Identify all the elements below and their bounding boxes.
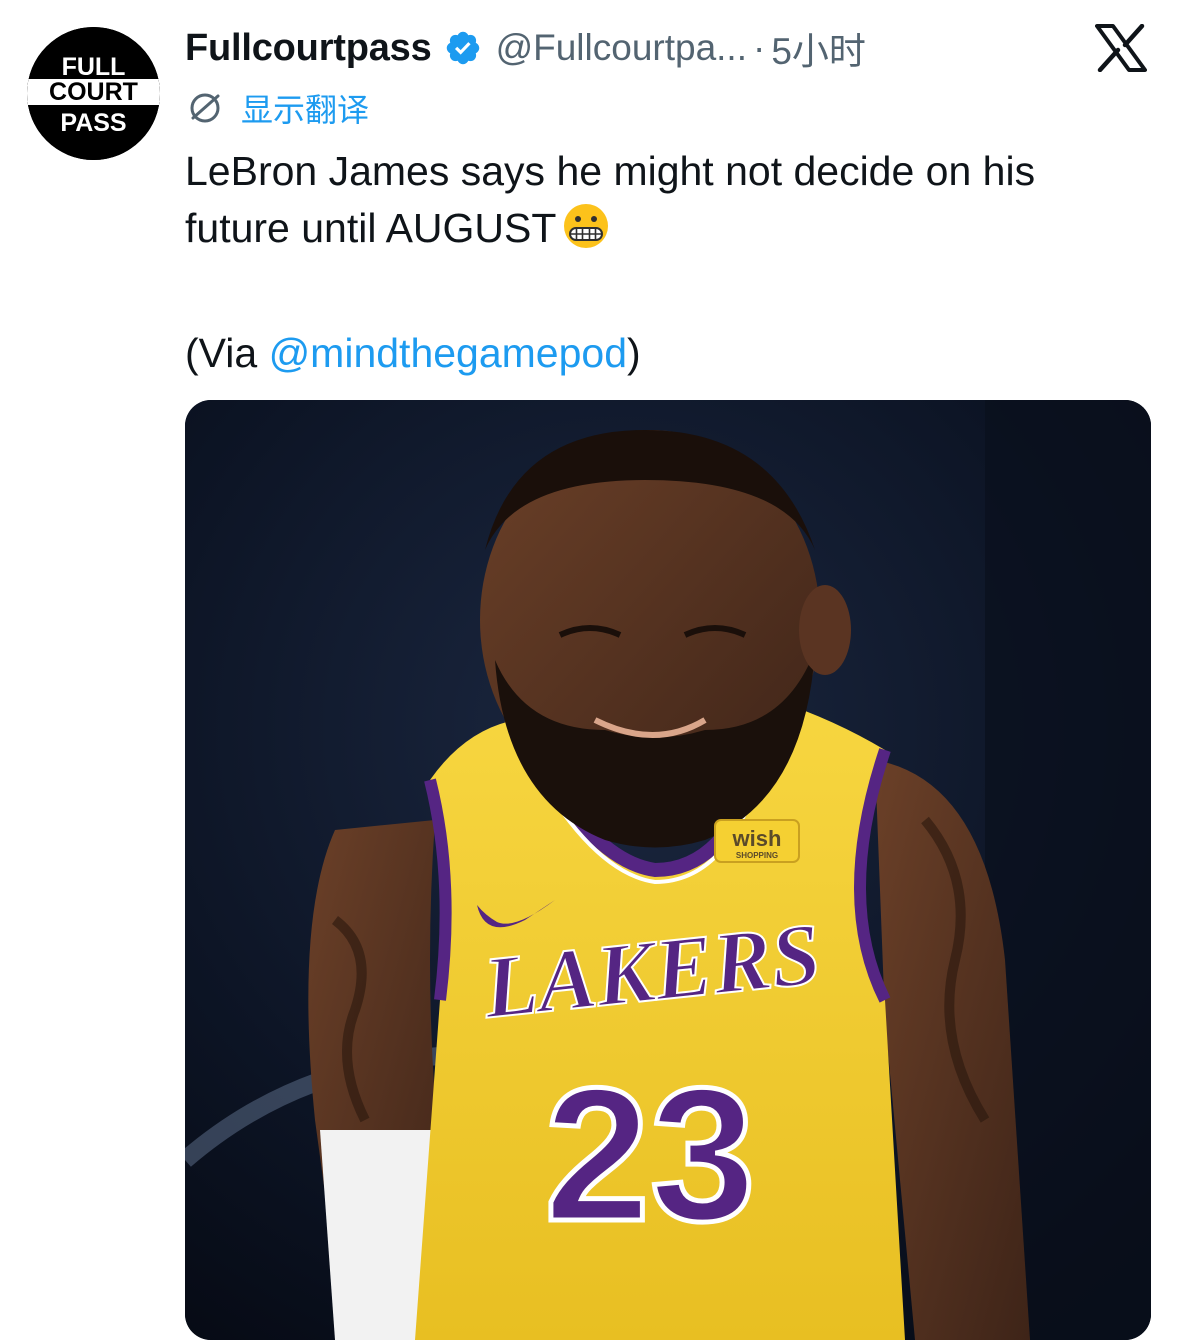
via-suffix: ) <box>627 330 641 376</box>
verified-badge-icon <box>446 31 479 65</box>
translate-globe-icon <box>190 93 220 123</box>
show-translation-button[interactable]: 显示翻译 <box>185 86 369 130</box>
x-logo-icon[interactable] <box>1095 24 1147 72</box>
avatar-text-pass: PASS <box>60 109 126 137</box>
tweet-header: Fullcourtpass @Fullcourtpa... · 5小时 <box>185 22 1105 74</box>
tweet-media-image[interactable]: wish SHOPPING LAKERS 23 <box>185 400 1151 1340</box>
tweet-text-line-1: LeBron James says he might not decide on… <box>185 148 1036 194</box>
avatar-text-court: COURT <box>49 78 138 106</box>
timestamp[interactable]: 5小时 <box>771 21 866 75</box>
tweet-text: LeBron James says he might not decide on… <box>185 143 1145 382</box>
avatar-text-full: FULL <box>62 53 126 81</box>
jersey-sponsor-subtext: SHOPPING <box>736 851 778 860</box>
display-name[interactable]: Fullcourtpass <box>185 27 432 70</box>
jersey-sponsor-text: wish <box>732 826 782 851</box>
tweet-text-line-2-content: future until AUGUST <box>185 205 557 251</box>
via-prefix: (Via <box>185 330 269 376</box>
jersey-sponsor-patch: wish SHOPPING <box>714 819 800 863</box>
jersey-number-text: 23 <box>544 1049 755 1261</box>
tweet-text-line-2: future until AUGUST <box>185 200 1145 257</box>
separator-dot: · <box>753 27 766 68</box>
tweet-via-line: (Via @mindthegamepod) <box>185 325 1145 382</box>
grimacing-face-icon <box>564 204 609 248</box>
show-translation-label: 显示翻译 <box>241 91 370 129</box>
user-handle[interactable]: @Fullcourtpa... <box>496 27 747 69</box>
mention-link[interactable]: @mindthegamepod <box>269 330 627 376</box>
profile-avatar[interactable]: FULL COURT PASS <box>27 27 160 160</box>
